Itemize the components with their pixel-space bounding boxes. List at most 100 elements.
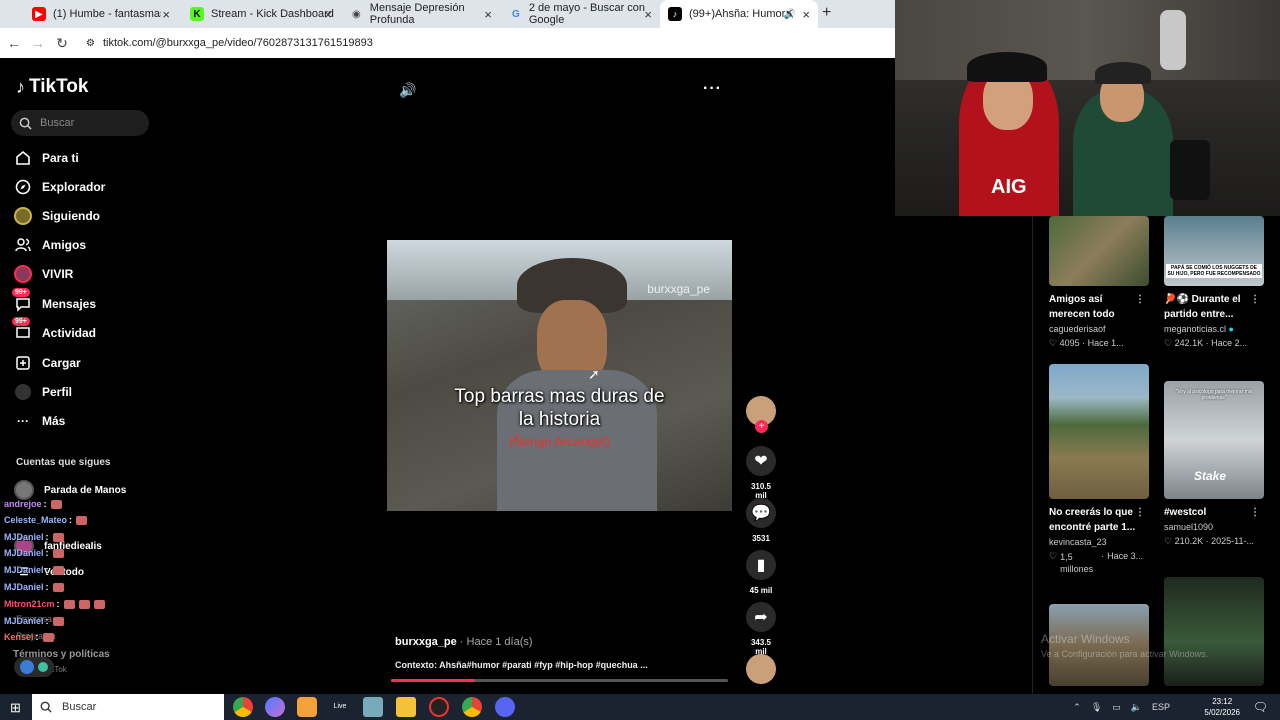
- url-field[interactable]: ⚙ tiktok.com/@burxxga_pe/video/760287313…: [86, 37, 373, 49]
- reload-icon[interactable]: ↻: [50, 35, 74, 52]
- sound-disc-button[interactable]: [745, 654, 777, 684]
- nav-label: VIVIR: [42, 267, 74, 281]
- close-icon[interactable]: ×: [644, 7, 652, 22]
- video-description[interactable]: Contexto: Ahsña#humor #parati #fyp #hip-…: [395, 660, 648, 670]
- obs-icon[interactable]: [429, 697, 449, 717]
- nav-label: Perfil: [42, 385, 73, 399]
- nav-label: Mensajes: [42, 297, 97, 311]
- follow-plus-icon[interactable]: +: [755, 420, 768, 433]
- card-author[interactable]: samuel1090: [1164, 522, 1264, 532]
- recommended-card[interactable]: "Voy al psicólogo para mejorar mis probl…: [1164, 381, 1264, 547]
- forward-icon[interactable]: →: [26, 35, 50, 51]
- more-icon[interactable]: ⋮: [1135, 505, 1145, 520]
- microphone-icon[interactable]: 🎙: [1091, 702, 1102, 713]
- close-icon[interactable]: ×: [324, 7, 332, 22]
- recommended-card[interactable]: Amigos así merecen todo ⋮ caguederisaof ♡ …: [1049, 216, 1149, 349]
- tab-youtube[interactable]: ▶ (1) Humbe - fantasmas (Letra) ×: [24, 0, 178, 28]
- emote-icon: [93, 599, 105, 609]
- volume-icon[interactable]: 🔈: [1131, 702, 1142, 713]
- more-icon[interactable]: ⋮: [1250, 292, 1260, 307]
- chat-user: andrejoe: [4, 499, 42, 509]
- more-icon[interactable]: ⋮: [1135, 292, 1145, 307]
- network-icon[interactable]: ▭: [1112, 702, 1121, 713]
- nav-label: Amigos: [42, 238, 87, 252]
- author-avatar-button[interactable]: +: [745, 396, 777, 433]
- notepad-icon[interactable]: [363, 697, 383, 717]
- language-indicator[interactable]: ESP: [1152, 702, 1170, 712]
- chrome-icon[interactable]: [233, 697, 253, 717]
- more-icon[interactable]: ⋮: [1250, 505, 1260, 520]
- volume-icon[interactable]: 🔊: [399, 82, 416, 99]
- nav-mas[interactable]: ··· Más: [14, 412, 65, 430]
- nav-actividad[interactable]: 99+ Actividad: [12, 317, 97, 342]
- recommended-card[interactable]: [1164, 577, 1264, 686]
- card-time: Hace 1...: [1087, 338, 1124, 348]
- site-info-icon[interactable]: ⚙: [86, 38, 95, 49]
- windows-start-icon[interactable]: ⊞: [10, 700, 21, 716]
- live-app-icon[interactable]: Live: [330, 697, 350, 717]
- heart-icon: ❤: [746, 446, 776, 476]
- shield-app-icon[interactable]: [297, 697, 317, 717]
- activity-icon: 99+: [12, 317, 32, 342]
- tab-mensaje[interactable]: ◉ Mensaje Depresión Profunda ×: [342, 0, 500, 28]
- more-options-icon[interactable]: ···: [703, 80, 722, 98]
- recommended-card[interactable]: No creerás lo que encontré parte 1... ⋮ ke…: [1049, 364, 1149, 575]
- following-item[interactable]: Parada de Manos: [14, 480, 126, 500]
- comment-button[interactable]: 💬 3531: [745, 498, 777, 543]
- discord-icon[interactable]: [495, 697, 515, 717]
- nav-label: Actividad: [42, 326, 97, 340]
- tiktok-logo[interactable]: ♪ TikTok: [16, 76, 88, 98]
- tab-google[interactable]: G 2 de mayo - Buscar con Google ×: [502, 0, 660, 28]
- chat-line: MJDaniel:: [4, 548, 64, 558]
- back-icon[interactable]: ←: [2, 35, 26, 51]
- card-author[interactable]: kevincasta_23: [1049, 537, 1149, 547]
- video-player[interactable]: burxxga_pe Top barras mas duras de la hi…: [387, 240, 732, 511]
- tab-kick[interactable]: K Stream - Kick Dashboard ×: [182, 0, 340, 28]
- like-button[interactable]: ❤ 310.5 mil: [745, 446, 777, 500]
- nav-cargar[interactable]: Cargar: [14, 354, 81, 372]
- card-author[interactable]: meganoticias.cl ●: [1164, 324, 1264, 334]
- nav-vivir[interactable]: VIVIR: [14, 265, 73, 283]
- tab-label: 2 de mayo - Buscar con Google: [528, 2, 646, 26]
- new-tab-icon[interactable]: +: [822, 4, 831, 22]
- nav-perfil[interactable]: Perfil: [14, 383, 72, 401]
- nav-amigos[interactable]: Amigos: [14, 236, 86, 254]
- chat-user: MJDaniel: [4, 548, 44, 558]
- card-likes: 210.2K: [1174, 536, 1204, 546]
- chevron-up-icon[interactable]: ⌃: [1073, 702, 1081, 713]
- notification-icon[interactable]: 🗨: [1253, 700, 1268, 714]
- card-title: #westcol ⋮: [1164, 505, 1264, 520]
- copilot-icon[interactable]: [265, 697, 285, 717]
- speaker-icon[interactable]: 🔊: [784, 9, 796, 20]
- file-explorer-icon[interactable]: [396, 697, 416, 717]
- tab-label: (1) Humbe - fantasmas (Letra): [53, 8, 161, 20]
- close-icon[interactable]: ×: [484, 7, 492, 22]
- close-icon[interactable]: ×: [802, 7, 810, 22]
- search-input[interactable]: Buscar: [11, 110, 149, 136]
- browser-tab-bar: ▶ (1) Humbe - fantasmas (Letra) × K Stre…: [0, 0, 895, 28]
- card-title: 🏓⚽ Durante el partido entre... ⋮: [1164, 292, 1264, 322]
- recommended-card[interactable]: PAPÁ SE COMIÓ LOS NUGGETS DE SU HIJO, PE…: [1164, 216, 1264, 349]
- windows-activation-subtitle: Ve a Configuración para activar Windows.: [1041, 649, 1209, 659]
- taskbar-search[interactable]: Buscar: [32, 694, 224, 720]
- tab-tiktok[interactable]: ♪ (99+)Ahsña: Humor Quechu 🔊 ×: [660, 0, 818, 28]
- video-time: · Hace 1 día(s): [456, 636, 533, 648]
- cast-toggle[interactable]: [14, 657, 54, 677]
- close-icon[interactable]: ×: [162, 7, 170, 22]
- chrome-icon[interactable]: [462, 697, 482, 717]
- video-author[interactable]: burxxga_pe: [395, 636, 457, 648]
- save-button[interactable]: ▮ 45 mil: [745, 550, 777, 595]
- share-button[interactable]: ➦ 343.5 mil: [745, 602, 777, 656]
- card-title-line1: Amigos así: [1049, 294, 1103, 305]
- video-progress-bar[interactable]: [391, 679, 728, 682]
- nav-explorador[interactable]: Explorador: [14, 178, 105, 196]
- taskbar-clock[interactable]: 23:12 5/02/2026: [1204, 696, 1240, 718]
- card-title-line1: 🏓⚽ Durante el: [1164, 294, 1241, 305]
- card-time: 2025-11-...: [1211, 536, 1254, 546]
- nav-para-ti[interactable]: Para ti: [14, 149, 79, 167]
- card-title-line2: merecen todo: [1049, 309, 1115, 320]
- nav-mensajes[interactable]: 99+ Mensajes: [12, 288, 97, 313]
- card-author[interactable]: caguederisaof: [1049, 324, 1149, 334]
- windows-activation-title: Activar Windows: [1041, 632, 1130, 646]
- nav-siguiendo[interactable]: Siguiendo: [14, 207, 100, 225]
